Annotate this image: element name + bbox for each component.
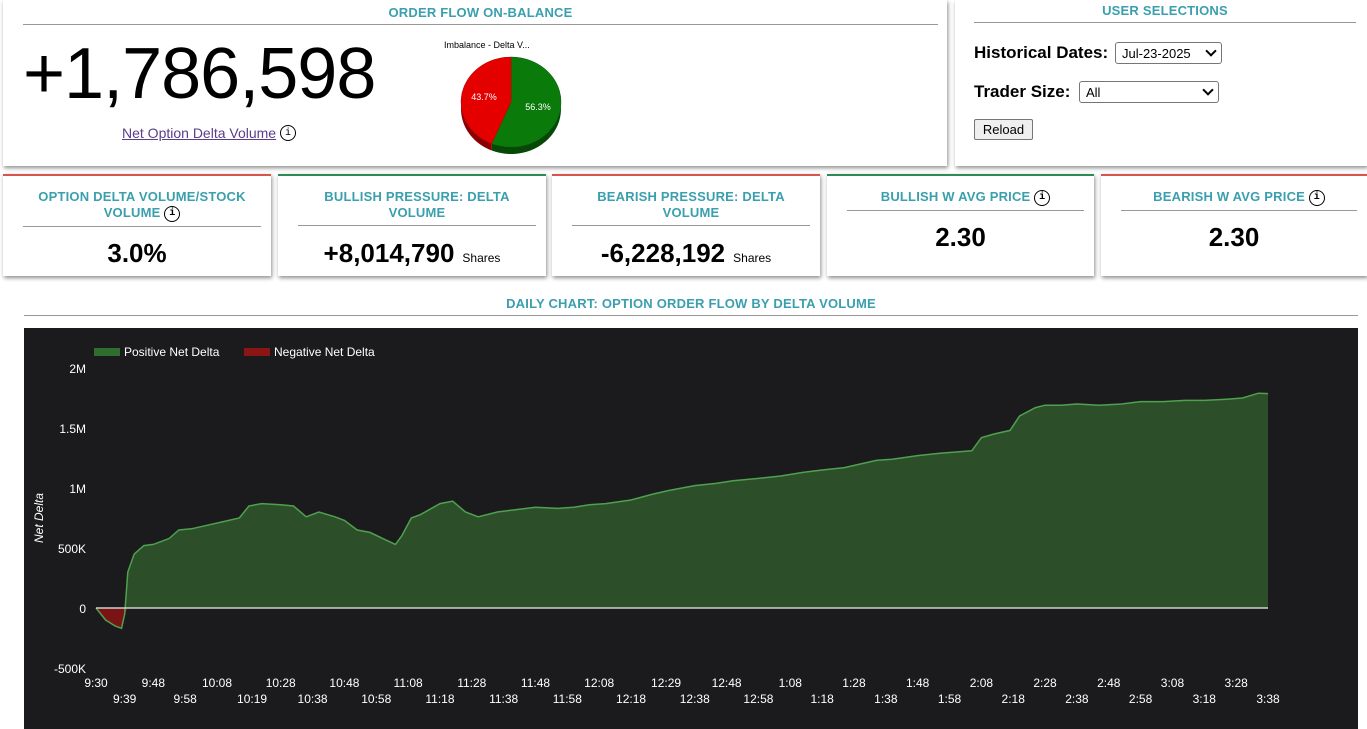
daily-chart-svg: Net Delta 2M 1.5M 1M 500K 0 -500K9:30 9:48 10:08… [32, 345, 1280, 706]
x-tick-label: 10:19 [237, 692, 267, 706]
x-tick-label: 12:58 [743, 692, 773, 706]
reload-button[interactable]: Reload [974, 119, 1033, 140]
historical-dates-label: Historical Dates: [974, 43, 1109, 62]
x-tick-label: 1:18 [810, 692, 834, 706]
x-tick-label: 11:48 [521, 676, 550, 690]
x-tick-label: 9:39 [113, 692, 137, 706]
user-selections-panel: USER SELECTIONS Historical Dates: Jul-23… [955, 0, 1367, 166]
delta-stock-ratio-card: OPTION DELTA VOLUME/STOCK VOLUME i 3.0% [3, 174, 271, 276]
daily-chart-title: DAILY CHART: OPTION ORDER FLOW BY DELTA … [24, 296, 1358, 316]
card-title-text: OPTION DELTA VOLUME/STOCK VOLUME [38, 189, 246, 220]
card-title-text: BULLISH W AVG PRICE [880, 189, 1031, 204]
card-value-row: -6,228,192 Shares [552, 238, 820, 269]
trader-size-select[interactable]: All [1079, 81, 1219, 103]
x-tick-label: 2:18 [1002, 692, 1026, 706]
negative-area [96, 608, 1268, 629]
x-tick-label: 2:48 [1097, 676, 1121, 690]
x-tick-label: 11:18 [425, 692, 454, 706]
x-tick-label: 12:18 [616, 692, 646, 706]
x-tick-label: 3:28 [1224, 676, 1248, 690]
x-tick-label: 9:30 [84, 676, 108, 690]
x-tick-label: 1:38 [874, 692, 898, 706]
y-tick-label: 2M [69, 362, 86, 376]
net-delta-big-number: +1,786,598 [23, 34, 376, 114]
x-tick-label: 1:08 [779, 676, 803, 690]
imbalance-pie-chart: 56.3% 43.7% [460, 56, 562, 154]
daily-chart: Net Delta 2M 1.5M 1M 500K 0 -500K 9:30 9:48 10:08… [24, 328, 1358, 729]
pie-chart-title: Imbalance - Delta V... [444, 40, 530, 50]
x-tick-label: 12:38 [680, 692, 710, 706]
x-tick-label: 1:48 [906, 676, 930, 690]
x-tick-label: 12:48 [712, 676, 742, 690]
pie-slice-label: 56.3% [525, 102, 551, 112]
historical-dates-value: Jul-23-2025 [1122, 45, 1191, 61]
trader-size-label: Trader Size: [974, 82, 1071, 101]
historical-dates-select[interactable]: Jul-23-2025 [1115, 42, 1222, 64]
card-title: BULLISH PRESSURE: DELTA VOLUME [298, 189, 536, 226]
card-unit: Shares [462, 251, 501, 265]
x-tick-label: 2:38 [1065, 692, 1089, 706]
x-tick-label: 1:58 [938, 692, 962, 706]
card-unit: Shares [733, 251, 772, 265]
x-tick-label: 10:28 [266, 676, 296, 690]
y-tick-label: -500K [54, 662, 86, 676]
info-icon[interactable]: i [164, 205, 181, 222]
x-tick-label: 11:08 [394, 676, 423, 690]
card-value: 2.30 [1208, 222, 1260, 252]
bearish-pressure-card: BEARISH PRESSURE: DELTA VOLUME -6,228,19… [552, 174, 820, 276]
x-tick-label: 12:08 [584, 676, 614, 690]
bearish-avg-price-card: BEARISH W AVG PRICE i 2.30 [1101, 174, 1367, 276]
x-tick-label: 10:48 [329, 676, 359, 690]
bullish-pressure-card: BULLISH PRESSURE: DELTA VOLUME +8,014,79… [278, 174, 546, 276]
bullish-avg-price-card: BULLISH W AVG PRICE i 2.30 [827, 174, 1094, 276]
card-title: BULLISH W AVG PRICE i [847, 189, 1084, 211]
positive-area [96, 393, 1268, 608]
order-flow-title: ORDER FLOW ON-BALANCE [23, 5, 938, 25]
legend-label[interactable]: Positive Net Delta [124, 345, 220, 359]
x-tick-label: 2:08 [970, 676, 994, 690]
x-tick-label: 10:38 [298, 692, 328, 706]
x-tick-label: 12:29 [651, 676, 681, 690]
card-value: -6,228,192 [600, 238, 726, 268]
x-tick-label: 9:58 [173, 692, 197, 706]
x-tick-label: 10:08 [202, 676, 232, 690]
pie-slice-label: 43.7% [471, 92, 497, 102]
card-title: OPTION DELTA VOLUME/STOCK VOLUME i [23, 189, 261, 227]
card-value: +8,014,790 [323, 238, 455, 268]
card-title-text: BEARISH W AVG PRICE [1153, 189, 1306, 204]
chevron-down-icon [1202, 84, 1214, 96]
legend-swatch[interactable] [244, 348, 270, 356]
y-tick-label: 0 [79, 602, 86, 616]
card-value: 2.30 [935, 222, 986, 252]
legend-swatch[interactable] [94, 348, 120, 356]
y-tick-label: 1M [69, 482, 86, 496]
x-tick-label: 2:28 [1033, 676, 1057, 690]
y-tick-label: 1.5M [59, 422, 86, 436]
card-title: BEARISH PRESSURE: DELTA VOLUME [572, 189, 810, 226]
legend-label[interactable]: Negative Net Delta [274, 345, 375, 359]
x-tick-label: 11:28 [457, 676, 486, 690]
x-tick-label: 9:48 [142, 676, 166, 690]
user-selections-title: USER SELECTIONS [974, 3, 1356, 23]
x-tick-label: 3:38 [1256, 692, 1280, 706]
net-option-delta-volume-link[interactable]: Net Option Delta Volume [122, 125, 276, 141]
x-tick-label: 10:58 [361, 692, 391, 706]
info-icon[interactable]: i [280, 125, 296, 141]
x-tick-label: 1:28 [842, 676, 866, 690]
y-tick-label: 500K [58, 542, 86, 556]
x-tick-label: 3:18 [1193, 692, 1217, 706]
x-tick-label: 2:58 [1129, 692, 1153, 706]
card-value: 3.0% [107, 238, 167, 268]
trader-size-value: All [1086, 84, 1101, 100]
x-tick-label: 3:08 [1161, 676, 1185, 690]
order-flow-on-balance-panel: ORDER FLOW ON-BALANCE +1,786,598 Net Opt… [3, 0, 947, 166]
chevron-down-icon [1205, 45, 1217, 57]
card-value-row: +8,014,790 Shares [278, 238, 546, 269]
card-title: BEARISH W AVG PRICE i [1121, 189, 1357, 211]
x-tick-label: 11:38 [489, 692, 518, 706]
y-axis-title: Net Delta [32, 493, 46, 543]
x-tick-label: 11:58 [553, 692, 582, 706]
info-icon[interactable]: i [1308, 189, 1325, 206]
info-icon[interactable]: i [1034, 189, 1051, 206]
